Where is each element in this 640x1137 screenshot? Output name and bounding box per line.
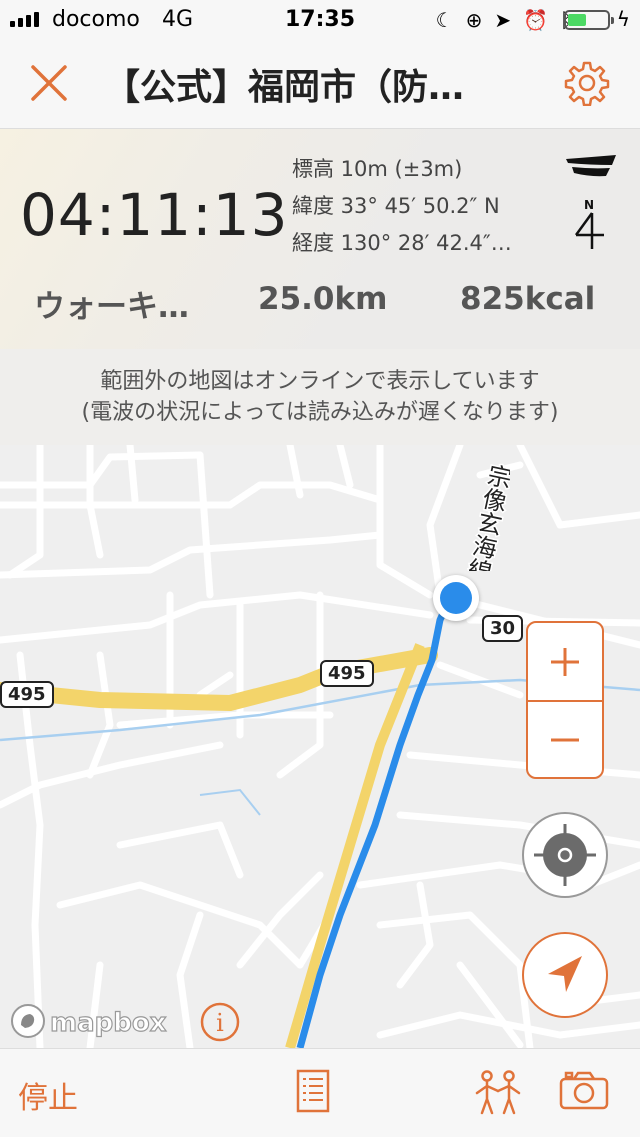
latitude-value: 緯度 33° 45′ 50.2″ N (292, 194, 500, 218)
mapbox-wordmark: mapbox (50, 1008, 167, 1038)
navigation-arrow-icon (548, 956, 582, 992)
zoom-controls (526, 621, 604, 779)
longitude-value: 経度 130° 28′ 42.4″… (292, 231, 512, 255)
status-icons: ☾ ⊕ ➤ ⏰ ᛒ (436, 8, 572, 32)
gear-icon[interactable] (564, 60, 610, 106)
road-shield-495-left: 495 (0, 681, 54, 708)
notice-line-2: (電波の状況によっては読み込みが遅くなります) (81, 400, 559, 425)
page-title: 【公式】福岡市（防… (104, 67, 465, 108)
current-location-marker (433, 575, 479, 621)
status-bar: docomo 4G 17:35 ☾ ⊕ ➤ ⏰ ᛒ ϟ (0, 0, 640, 40)
minus-icon (551, 738, 579, 741)
map-view[interactable]: 宗像玄海線 495 495 30 mapbox i (0, 445, 640, 1048)
calories-value: 825kcal (460, 281, 596, 317)
activity-type: ウォーキ… (34, 289, 189, 325)
road-shield-495: 495 (320, 660, 374, 687)
distance-value: 25.0km (258, 281, 388, 317)
elapsed-time: 04:11:13 (20, 181, 289, 249)
battery-icon (564, 10, 614, 30)
location-arrow-icon: ➤ (494, 8, 512, 32)
compass-label: N (584, 198, 594, 212)
location-readout: 標高 10m (±3m) 緯度 33° 45′ 50.2″ N 経度 130° … (292, 151, 554, 262)
bottom-toolbar: 停止 (0, 1048, 640, 1137)
plus-icon (551, 647, 579, 676)
offline-map-notice: 範囲外の地図はオンラインで表示しています (電波の状況によっては読み込みが遅くな… (0, 349, 640, 445)
heading-mode-button[interactable] (522, 932, 608, 1018)
zoom-in-button[interactable] (528, 623, 602, 702)
camera-icon[interactable] (558, 1069, 610, 1111)
tracking-info-panel: 04:11:13 標高 10m (±3m) 緯度 33° 45′ 50.2″ N… (0, 129, 640, 349)
close-icon[interactable] (28, 62, 70, 104)
notice-line-1: 範囲外の地図はオンラインで表示しています (100, 369, 540, 394)
mapbox-logo: mapbox (11, 1004, 167, 1039)
route-name-label: 宗像玄海線 (460, 460, 510, 571)
nav-bar: 【公式】福岡市（防… (0, 40, 640, 129)
moon-icon: ☾ (435, 8, 454, 32)
people-icon[interactable] (474, 1069, 522, 1115)
attribution-info-button[interactable]: i (200, 1002, 240, 1042)
zoom-out-button[interactable] (528, 701, 602, 778)
crosshair-icon (534, 824, 596, 886)
center-location-button[interactable] (522, 812, 608, 898)
route-name-text: 宗像玄海線 (461, 461, 510, 571)
list-icon[interactable] (296, 1069, 330, 1113)
info-symbol: i (216, 1009, 224, 1037)
charging-icon: ϟ (616, 7, 630, 31)
stop-button[interactable]: 停止 (18, 1073, 78, 1117)
rotation-lock-icon: ⊕ (465, 8, 483, 32)
road-shield-30: 30 (482, 615, 524, 642)
alarm-icon: ⏰ (523, 8, 548, 32)
compass-north-icon: N (574, 198, 604, 249)
signal-strength-icon (566, 155, 616, 177)
altitude-value: 標高 10m (±3m) (292, 157, 463, 181)
